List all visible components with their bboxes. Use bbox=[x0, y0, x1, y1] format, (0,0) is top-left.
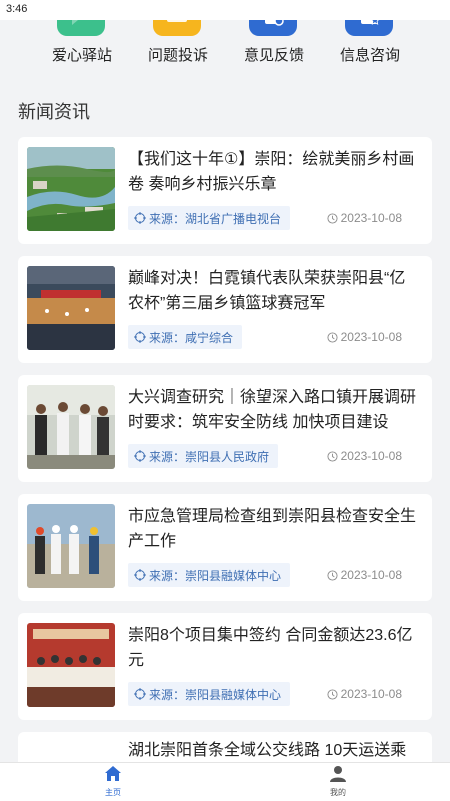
section-title: 新闻资讯 bbox=[18, 102, 90, 122]
tab-mine[interactable]: 我的 bbox=[308, 765, 368, 798]
target-icon bbox=[134, 212, 146, 224]
news-thumbnail bbox=[27, 504, 115, 588]
clock-icon bbox=[327, 569, 338, 581]
news-title: 市应急管理局检查组到崇阳县检查安全生产工作 bbox=[128, 508, 417, 550]
target-icon bbox=[134, 569, 146, 581]
status-bar: 3:46 bbox=[0, 0, 450, 20]
quick-action-label: 爱心驿站 bbox=[51, 47, 112, 64]
status-time: 3:46 bbox=[6, 3, 28, 15]
news-date-label: 2023-10-08 bbox=[340, 449, 402, 463]
quick-action-label: 意见反馈 bbox=[243, 47, 304, 64]
news-title: 【我们这十年①】崇阳：绘就美丽乡村画卷 奏响乡村振兴乐章 bbox=[128, 151, 415, 193]
news-source: 来源：崇阳县融媒体中心 bbox=[128, 682, 291, 706]
news-thumbnail bbox=[27, 147, 115, 231]
news-date: 2023-10-08 bbox=[327, 330, 402, 344]
news-date: 2023-10-08 bbox=[327, 687, 402, 701]
news-item[interactable]: 大兴调查研究｜徐望深入路口镇开展调研时要求：筑牢安全防线 加快项目建设 来源：崇… bbox=[18, 375, 432, 482]
news-source: 来源：湖北省广播电视台 bbox=[128, 206, 291, 230]
news-title: 大兴调查研究｜徐望深入路口镇开展调研时要求：筑牢安全防线 加快项目建设 bbox=[128, 389, 417, 431]
news-date-label: 2023-10-08 bbox=[340, 687, 402, 701]
news-item[interactable]: 崇阳8个项目集中签约 合同金额达23.6亿元 来源：崇阳县融媒体中心 2023-… bbox=[18, 613, 432, 720]
news-source: 来源：咸宁综合 bbox=[128, 325, 243, 349]
news-source: 来源：崇阳县人民政府 bbox=[128, 444, 279, 468]
target-icon bbox=[134, 450, 146, 462]
clock-icon bbox=[327, 450, 338, 462]
news-date: 2023-10-08 bbox=[327, 449, 402, 463]
news-thumbnail bbox=[27, 266, 115, 350]
user-icon bbox=[330, 766, 346, 782]
target-icon bbox=[134, 331, 146, 343]
quick-action-label: 信息咨询 bbox=[339, 47, 400, 64]
news-date-label: 2023-10-08 bbox=[340, 211, 402, 225]
news-source-label: 来源：湖北省广播电视台 bbox=[149, 211, 282, 226]
target-icon bbox=[134, 688, 146, 700]
news-date-label: 2023-10-08 bbox=[340, 330, 402, 344]
news-source: 来源：崇阳县融媒体中心 bbox=[128, 563, 291, 587]
clock-icon bbox=[327, 212, 338, 224]
news-item[interactable]: 【我们这十年①】崇阳：绘就美丽乡村画卷 奏响乡村振兴乐章 来源：湖北省广播电视台… bbox=[18, 137, 432, 244]
bottom-tab-bar: 主页 我的 bbox=[0, 762, 450, 801]
news-date: 2023-10-08 bbox=[327, 211, 402, 225]
news-item[interactable]: 市应急管理局检查组到崇阳县检查安全生产工作 来源：崇阳县融媒体中心 2023-1… bbox=[18, 494, 432, 601]
tab-home[interactable]: 主页 bbox=[83, 765, 143, 798]
news-title: 崇阳8个项目集中签约 合同金额达23.6亿元 bbox=[128, 627, 413, 669]
clock-icon bbox=[327, 331, 338, 343]
news-source-label: 来源：咸宁综合 bbox=[149, 330, 234, 345]
tab-label: 我的 bbox=[330, 788, 346, 797]
news-item[interactable]: 巅峰对决！白霓镇代表队荣获崇阳县“亿农杯”第三届乡镇篮球赛冠军 来源：咸宁综合 … bbox=[18, 256, 432, 363]
news-thumbnail bbox=[27, 385, 115, 469]
news-source-label: 来源：崇阳县融媒体中心 bbox=[149, 687, 282, 702]
news-title: 湖北崇阳首条全域公交线路 10天运送乘 bbox=[128, 742, 407, 759]
news-source-label: 来源：崇阳县融媒体中心 bbox=[149, 568, 282, 583]
clock-icon bbox=[327, 688, 338, 700]
quick-action-label: 问题投诉 bbox=[147, 47, 208, 64]
news-title: 巅峰对决！白霓镇代表队荣获崇阳县“亿农杯”第三届乡镇篮球赛冠军 bbox=[128, 270, 406, 312]
news-date: 2023-10-08 bbox=[327, 568, 402, 582]
home-icon bbox=[105, 766, 121, 781]
tab-label: 主页 bbox=[105, 788, 121, 797]
news-source-label: 来源：崇阳县人民政府 bbox=[149, 449, 270, 464]
news-thumbnail bbox=[27, 623, 115, 707]
news-date-label: 2023-10-08 bbox=[340, 568, 402, 582]
